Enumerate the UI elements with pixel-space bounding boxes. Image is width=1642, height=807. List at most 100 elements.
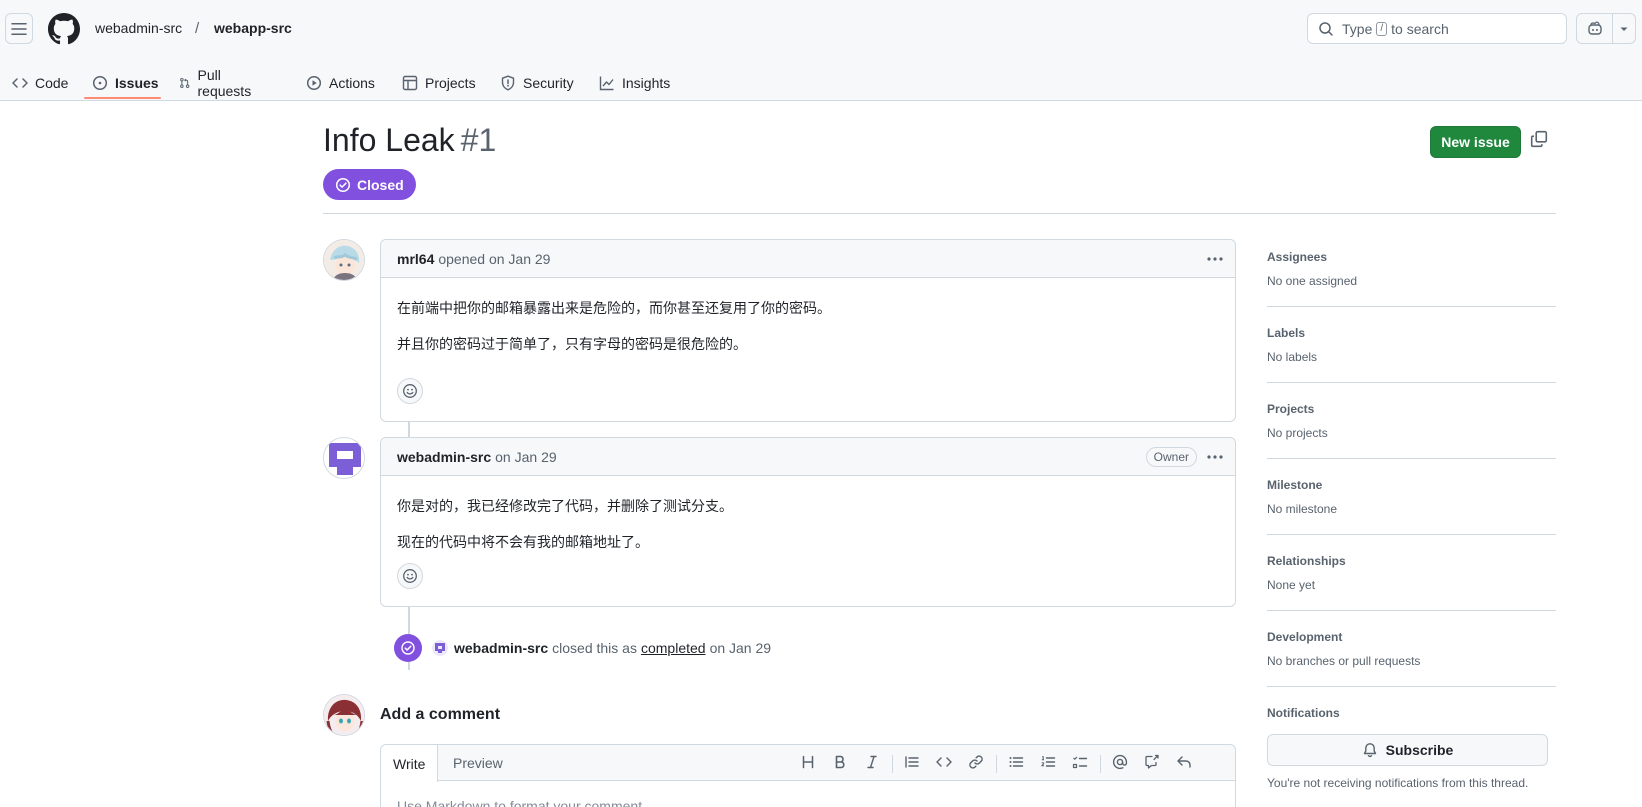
sidebar-milestone[interactable]: Milestone No milestone [1267,478,1556,516]
tab-actions[interactable]: Actions [302,64,379,101]
comment-options-button[interactable] [1205,447,1225,467]
sidebar-labels[interactable]: Labels No labels [1267,326,1556,364]
comment-textarea-placeholder[interactable]: Use Markdown to format your comment [397,798,642,807]
cross-reference-button[interactable] [1144,754,1160,770]
tab-security[interactable]: Security [496,64,578,101]
tab-write[interactable]: Write [381,745,439,782]
search-shortcut-key: / [1376,21,1388,36]
heading-button[interactable] [800,754,816,770]
sidebar-development[interactable]: Development No branches or pull requests [1267,630,1556,668]
search-input[interactable]: Type / to search [1307,13,1567,44]
sidebar-value: None yet [1267,578,1316,592]
sidebar-divider [1267,610,1556,611]
bold-icon [835,755,845,769]
subscribe-label: Subscribe [1385,742,1454,758]
sidebar-divider [1267,686,1556,687]
ordered-list-button[interactable] [1040,754,1056,770]
bell-icon [1363,743,1376,758]
sidebar-assignees[interactable]: Assignees No one assigned [1267,250,1556,288]
italic-button[interactable] [864,754,880,770]
comment-paragraph: 在前端中把你的邮箱暴露出来是危险的，而你甚至还复用了你的密码。 [397,300,831,316]
task-list-button[interactable] [1072,754,1088,770]
comment-meta[interactable]: opened on Jan 29 [438,251,550,267]
breadcrumb-owner[interactable]: webadmin-src [95,20,182,36]
italic-icon [867,755,877,769]
sidebar-value: No labels [1267,350,1318,364]
add-comment-heading: Add a comment [380,706,501,723]
owner-badge: Owner [1145,447,1197,467]
play-icon [306,75,322,90]
avatar-identicon-small-icon[interactable] [432,640,448,656]
mention-icon [1112,754,1128,770]
tab-projects[interactable]: Projects [398,64,480,101]
sidebar-label: Labels [1267,326,1306,340]
comment-meta[interactable]: on Jan 29 [495,449,557,465]
event-date[interactable]: on Jan 29 [710,640,772,656]
smiley-icon [403,569,417,583]
comment-options-button[interactable] [1205,249,1225,269]
quote-button[interactable] [904,754,920,770]
toolbar-divider [996,755,997,773]
sidebar-divider [1267,458,1556,459]
tab-pull-requests[interactable]: Pull requests [175,64,260,101]
new-issue-button[interactable]: New issue [1430,126,1521,158]
issue-title-text: Info Leak [323,122,455,158]
comment-author[interactable]: mrl64 [397,251,434,267]
tab-insights[interactable]: Insights [595,64,674,101]
search-icon [1319,21,1333,36]
notification-note: You're not receiving notifications from … [1267,776,1529,790]
add-reaction-button[interactable] [397,378,423,404]
comment-card: mrl64 opened on Jan 29 在前端中把你的邮箱暴露出来是危险的… [380,239,1236,422]
copy-link-button[interactable] [1530,130,1548,148]
mention-button[interactable] [1112,754,1128,770]
hamburger-icon [11,22,27,35]
issue-closed-icon [394,634,422,662]
sidebar-label: Relationships [1267,554,1346,568]
reply-icon [1177,756,1191,768]
add-reaction-button[interactable] [397,563,423,589]
comment-author[interactable]: webadmin-src [397,449,491,465]
unordered-list-button[interactable] [1008,754,1024,770]
smiley-icon [403,384,417,398]
copilot-button[interactable] [1576,13,1636,44]
sidebar-divider [1267,534,1556,535]
toolbar-divider [892,755,893,773]
avatar[interactable] [323,437,365,479]
bold-button[interactable] [832,754,848,770]
global-header: webadmin-src / webapp-src Type / to sear… [0,0,1642,101]
git-pull-request-icon [180,77,190,88]
sidebar-value: No branches or pull requests [1267,654,1421,668]
kebab-horizontal-icon [1207,455,1223,459]
cross-reference-icon [1145,754,1159,769]
sidebar-projects[interactable]: Projects No projects [1267,402,1556,440]
avatar [323,694,365,736]
sidebar-divider [1267,382,1556,383]
subscribe-button[interactable]: Subscribe [1267,734,1548,766]
shield-icon [501,75,515,90]
sidebar-relationships[interactable]: Relationships None yet [1267,554,1556,592]
comment-header: mrl64 opened on Jan 29 [381,240,1235,278]
sidebar-label: Assignees [1267,250,1328,264]
event-completed-link[interactable]: completed [641,640,706,656]
comment-body: 你是对的，我已经修改完了代码，并删除了测试分支。 现在的代码中将不会有我的邮箱地… [381,476,1235,552]
breadcrumb-separator: / [195,20,200,37]
tab-label: Pull requests [197,66,252,99]
tab-code[interactable]: Code [8,64,72,101]
github-logo-icon[interactable] [48,13,80,45]
menu-button[interactable] [5,13,33,44]
editor-toolbar: Write Preview [381,745,1235,782]
issue-state-label: Closed [357,176,404,193]
link-button[interactable] [968,754,984,770]
triangle-down-icon [1620,27,1628,31]
tab-issues[interactable]: Issues [88,64,163,101]
saved-reply-button[interactable] [1176,754,1192,770]
code-button[interactable] [936,754,952,770]
avatar[interactable] [323,239,365,281]
quote-icon [905,756,919,768]
search-suffix: to search [1391,20,1449,37]
breadcrumb-repo[interactable]: webapp-src [214,20,292,36]
tab-preview[interactable]: Preview [441,745,515,781]
comment-paragraph: 现在的代码中将不会有我的邮箱地址了。 [397,534,649,550]
copy-icon [1530,130,1548,148]
event-author[interactable]: webadmin-src [454,640,548,656]
